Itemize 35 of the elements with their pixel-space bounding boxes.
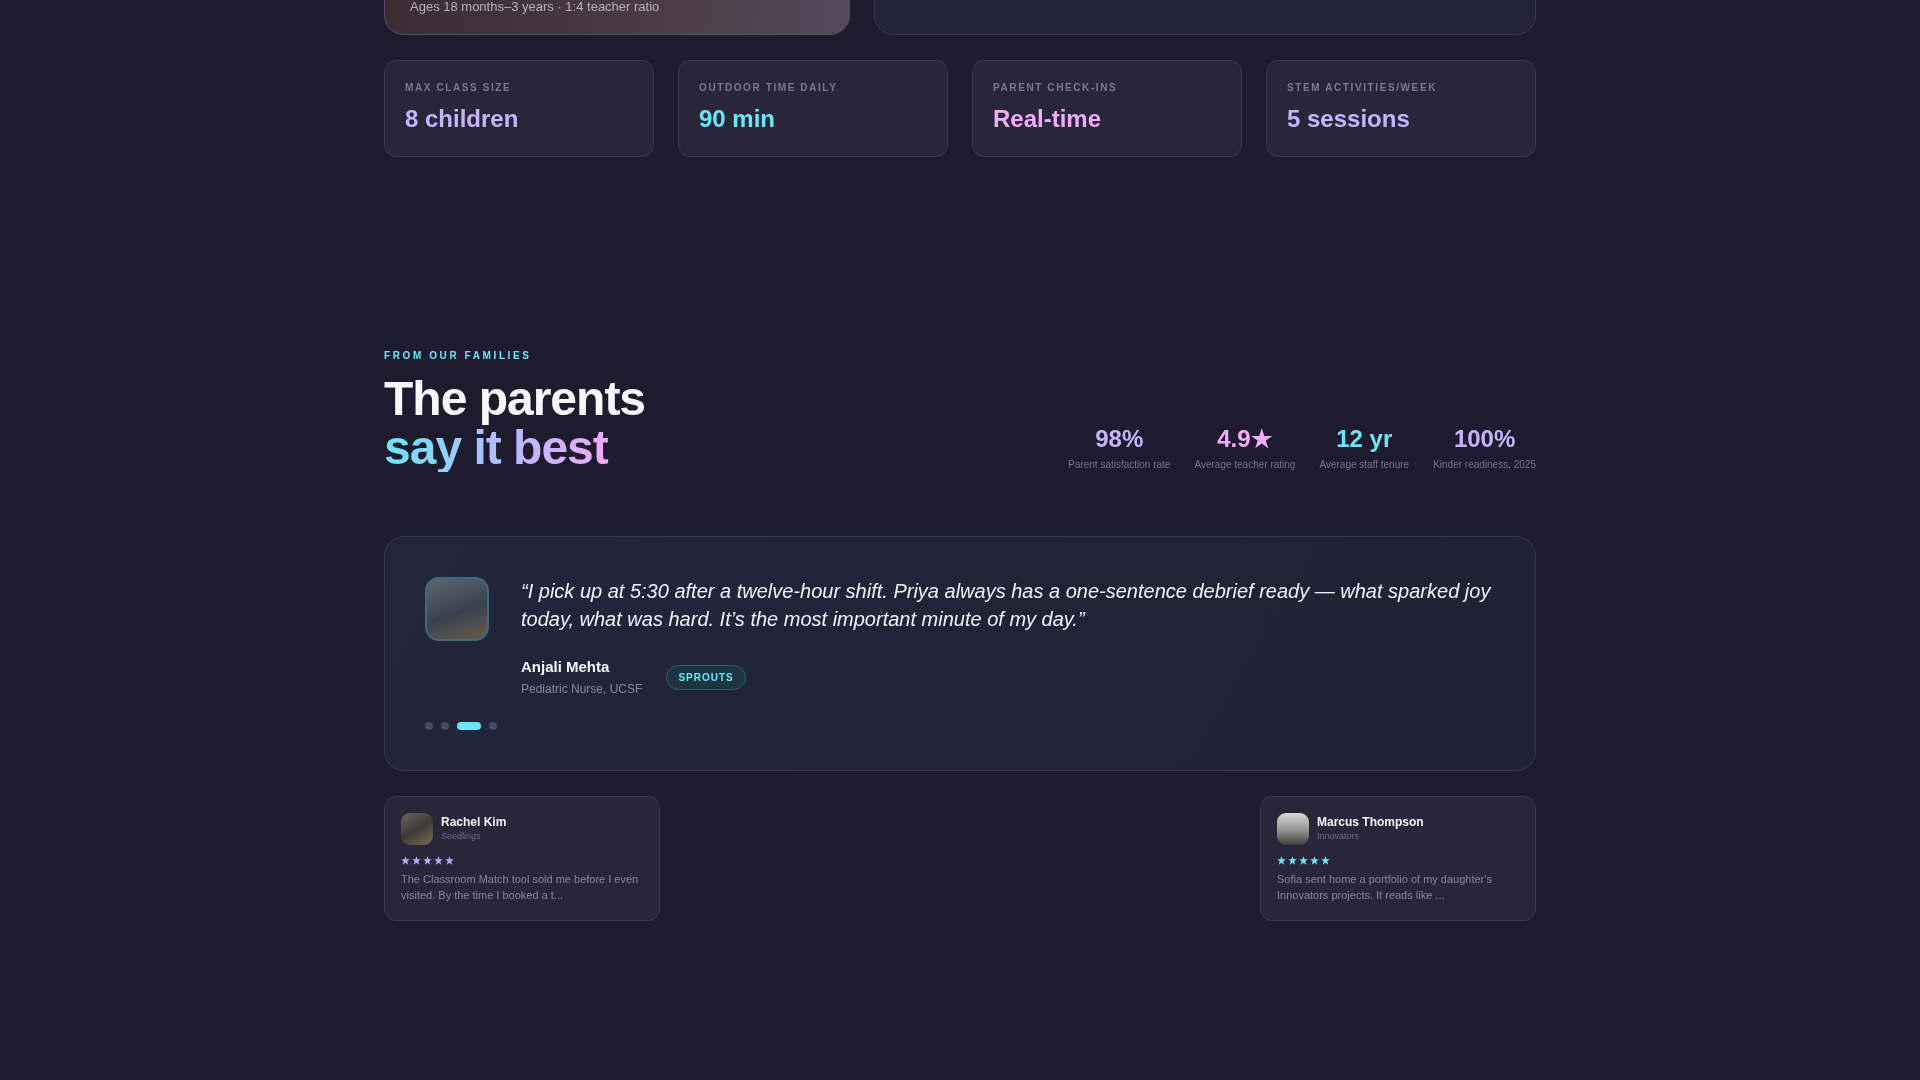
highlight-value: 90 min bbox=[699, 104, 776, 134]
carousel-dot[interactable] bbox=[489, 722, 497, 730]
highlight-value: Real-time bbox=[993, 104, 1102, 134]
class-badge: SPROUTS bbox=[666, 664, 746, 690]
reviewer-name: Marcus Thompson bbox=[1317, 814, 1424, 830]
author-name: Anjali Mehta bbox=[521, 657, 610, 677]
avatar-photo-placeholder bbox=[1277, 813, 1309, 845]
section-title: The parents bbox=[384, 374, 646, 423]
stat-label: Average staff tenure bbox=[1319, 458, 1410, 472]
highlight-label: OUTDOOR TIME DAILY bbox=[699, 81, 838, 95]
avatar-photo-placeholder bbox=[401, 813, 433, 845]
stat-value: 4.9★ bbox=[1217, 424, 1273, 454]
stat-value: 12 yr bbox=[1336, 424, 1393, 454]
stat-label: Parent satisfaction rate bbox=[1068, 458, 1171, 472]
carousel-dot[interactable] bbox=[425, 722, 433, 730]
review-text: Sofia sent home a portfolio of my daughter's Innovators projects. It reads like ... bbox=[1277, 872, 1493, 903]
age-caption: Ages 18 months–3 years · 1:4 teacher ratio bbox=[410, 0, 660, 15]
testimonial-quote: “I pick up at 5:30 after a twelve-hour shift. Priya always has a one-sentence debrief ready — what sparked joy today, what was hard. It’s the most important minute of my day.” bbox=[521, 579, 1493, 632]
reviewer-class: Innovators bbox=[1317, 830, 1360, 842]
stat-value: 98% bbox=[1095, 424, 1144, 454]
reviewer-name: Rachel Kim bbox=[441, 814, 507, 830]
highlight-label: PARENT CHECK-INS bbox=[993, 81, 1118, 95]
stat-label: Kinder readiness, 2025 bbox=[1433, 458, 1536, 472]
carousel-dot[interactable] bbox=[441, 722, 449, 730]
author-role: Pediatric Nurse, UCSF bbox=[521, 681, 643, 697]
highlight-label: MAX CLASS SIZE bbox=[405, 81, 512, 95]
reviewer-class: Seedlings bbox=[441, 830, 481, 842]
review-text: The Classroom Match tool sold me before I even visited. By the time I booked a t... bbox=[401, 872, 640, 903]
highlight-value: 8 children bbox=[405, 104, 519, 134]
highlight-value: 5 sessions bbox=[1287, 104, 1410, 134]
highlight-label: STEM ACTIVITIES/WEEK bbox=[1287, 81, 1437, 95]
avatar-photo-placeholder bbox=[425, 577, 489, 641]
stat-value: 100% bbox=[1453, 424, 1516, 454]
stat-label: Average teacher rating bbox=[1194, 458, 1296, 472]
section-eyebrow: FROM OUR FAMILIES bbox=[384, 349, 532, 363]
